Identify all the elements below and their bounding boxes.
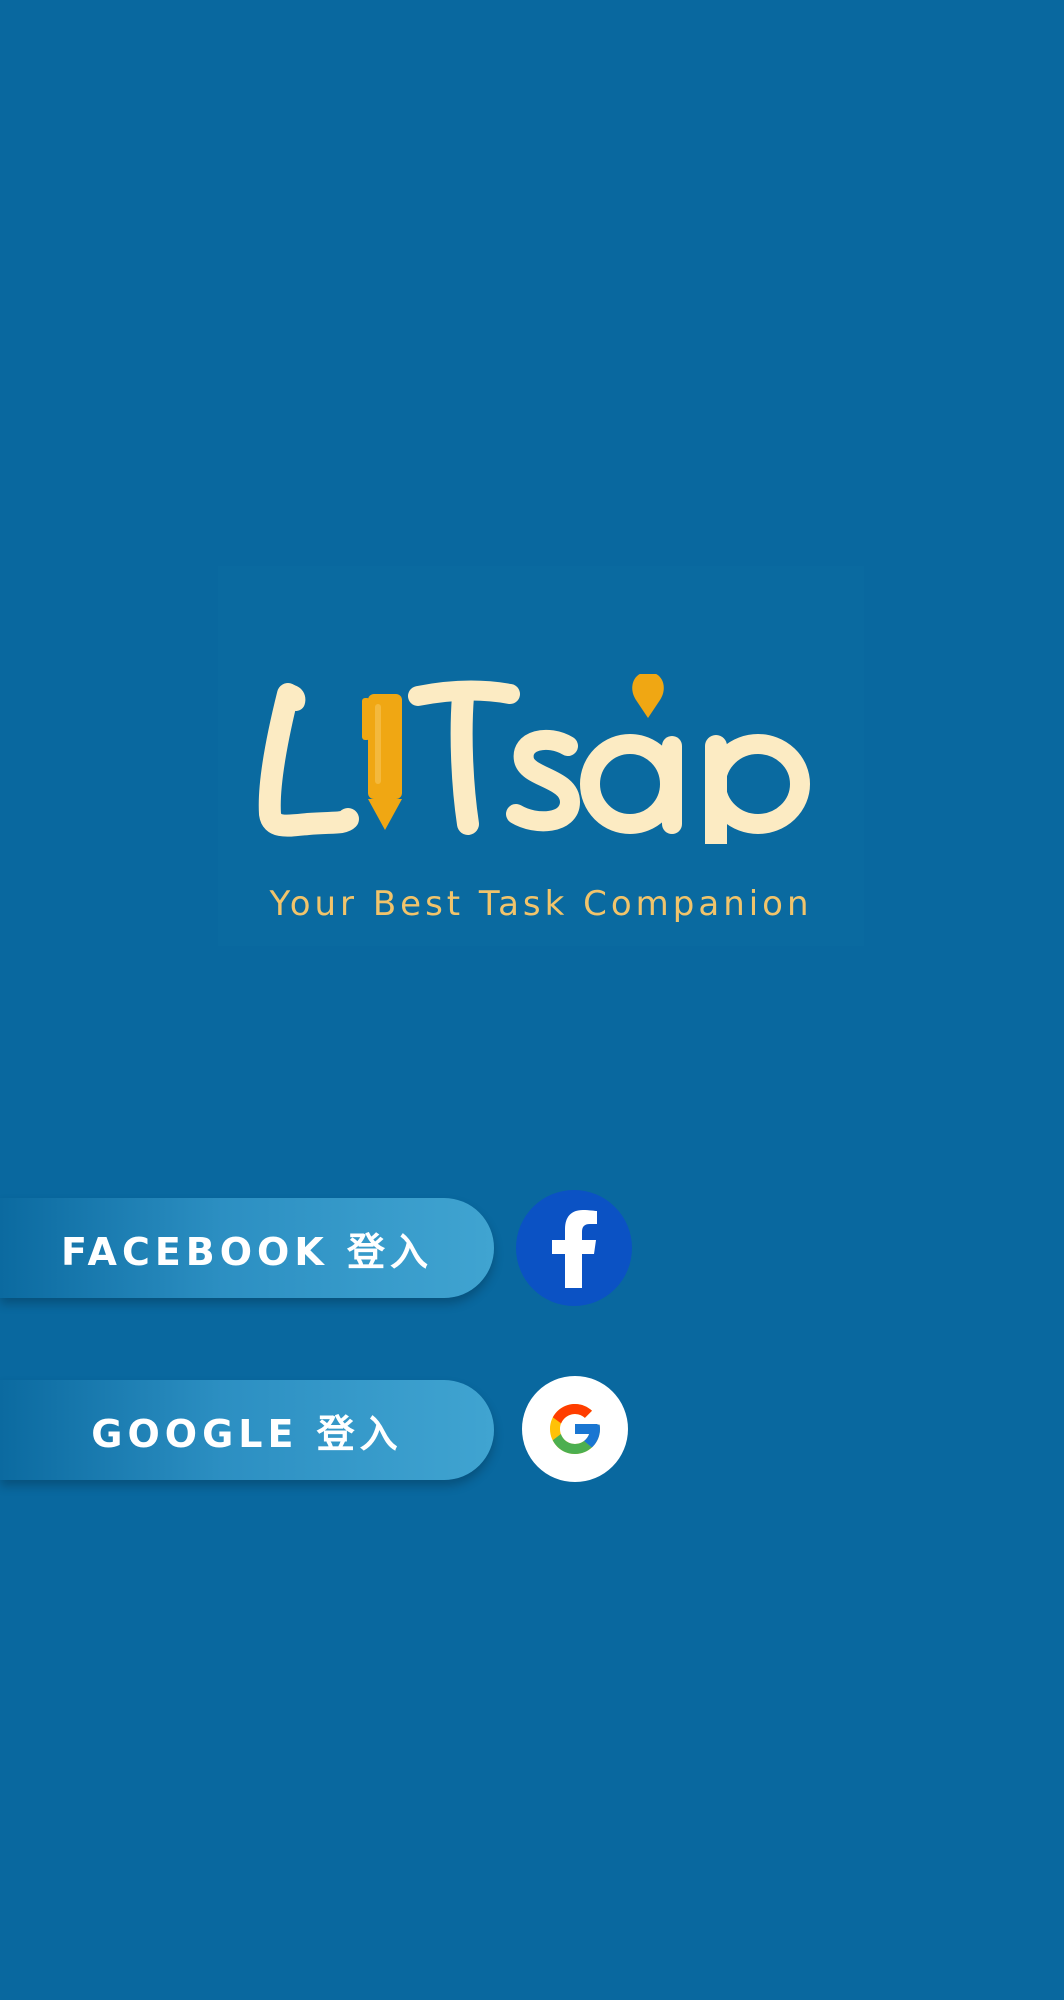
google-login-label: GOOGLE 登入 xyxy=(91,1411,403,1456)
google-icon xyxy=(550,1404,600,1454)
google-icon-button[interactable] xyxy=(522,1376,628,1482)
facebook-icon xyxy=(552,1210,597,1288)
login-screen: Your Best Task Companion FACEBOOK 登入 GOO… xyxy=(0,0,1064,2000)
google-login-button[interactable]: GOOGLE 登入 xyxy=(0,1380,494,1480)
facebook-icon-button[interactable] xyxy=(516,1190,632,1306)
brand-tagline: Your Best Task Companion xyxy=(269,884,813,924)
brand-logo-block: Your Best Task Companion xyxy=(218,566,864,946)
facebook-login-label: FACEBOOK 登入 xyxy=(60,1229,434,1274)
litsap-logo xyxy=(258,674,810,844)
facebook-login-button[interactable]: FACEBOOK 登入 xyxy=(0,1198,494,1298)
